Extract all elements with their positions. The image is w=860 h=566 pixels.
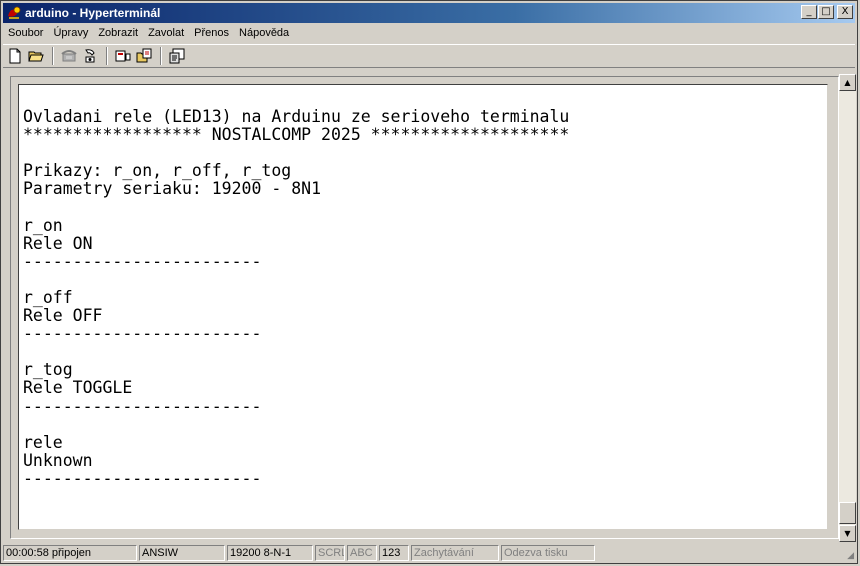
scroll-thumb[interactable] [839, 502, 856, 524]
terminal-line: Rele TOGGLE [23, 378, 133, 398]
new-connection-button[interactable] [5, 46, 25, 66]
terminal-line: r_tog [23, 360, 73, 380]
terminal-line: ------------------------ [23, 396, 262, 416]
terminal-line: ------------------------ [23, 324, 262, 344]
status-print-echo: Odezva tisku [501, 545, 595, 561]
menu-zobrazit[interactable]: Zobrazit [93, 27, 143, 39]
hyperterminal-app-icon[interactable] [6, 5, 22, 21]
terminal-line: rele [23, 432, 63, 452]
menu-prenos[interactable]: Přenos [189, 27, 234, 39]
disconnect-button[interactable] [80, 46, 100, 66]
terminal-output: Ovladani rele (LED13) na Arduinu ze seri… [23, 107, 570, 488]
terminal-line: r_off [23, 287, 73, 307]
terminal-line: r_on [23, 215, 63, 235]
close-button[interactable]: X [837, 5, 853, 19]
status-connected-time: 00:00:58 připojen [3, 545, 137, 561]
terminal-line: Rele OFF [23, 306, 103, 326]
status-emulation: ANSIW [139, 545, 225, 561]
terminal-line: Unknown [23, 450, 93, 470]
open-folder-icon [28, 51, 44, 62]
status-scroll-lock: SCRL [315, 545, 345, 561]
properties-icon [169, 48, 185, 64]
properties-button[interactable] [167, 46, 187, 66]
toolbar-separator [106, 47, 108, 65]
send-file-button[interactable] [113, 46, 133, 66]
terminal-line: ****************** NOSTALCOMP 2025 *****… [23, 125, 570, 145]
phone-call-icon [61, 50, 77, 62]
terminal-line: Rele ON [23, 233, 93, 253]
terminal-line: Prikazy: r_on, r_off, r_tog [23, 161, 292, 181]
call-button[interactable] [59, 46, 79, 66]
receive-file-icon [136, 48, 152, 63]
disconnect-icon [85, 49, 95, 63]
open-button[interactable] [26, 46, 46, 66]
terminal-line: ------------------------ [23, 468, 262, 488]
status-port-settings: 19200 8-N-1 [227, 545, 313, 561]
new-connection-icon [9, 48, 21, 64]
scroll-down-button[interactable]: ▼ [839, 525, 856, 542]
minimize-button[interactable]: _ [801, 5, 817, 19]
window-title: arduino - Hyperterminál [25, 6, 161, 20]
status-num-lock: 123 [379, 545, 409, 561]
menu-upravy[interactable]: Úpravy [48, 27, 93, 39]
terminal-line: Ovladani rele (LED13) na Arduinu ze seri… [23, 107, 570, 126]
menu-napoveda[interactable]: Nápověda [234, 27, 294, 39]
send-file-icon [115, 50, 131, 62]
status-caps-lock: ABC [347, 545, 377, 561]
status-capture: Zachytávání [411, 545, 499, 561]
menu-zavolat[interactable]: Zavolat [143, 27, 189, 39]
terminal-screen[interactable]: Ovladani rele (LED13) na Arduinu ze seri… [18, 84, 828, 530]
terminal-line: ------------------------ [23, 251, 262, 271]
toolbar-separator [52, 47, 54, 65]
title-bar[interactable]: arduino - Hyperterminál _ □ X [3, 3, 855, 23]
menu-soubor[interactable]: Soubor [3, 27, 48, 39]
vertical-scrollbar[interactable]: ▲ ▼ [839, 74, 856, 542]
resize-grip-icon[interactable]: ◢ [842, 549, 854, 561]
toolbar [3, 44, 855, 68]
receive-file-button[interactable] [134, 46, 154, 66]
scroll-up-button[interactable]: ▲ [839, 74, 856, 91]
maximize-button[interactable]: □ [818, 5, 834, 19]
menu-bar: Soubor Úpravy Zobrazit Zavolat Přenos Ná… [3, 24, 294, 42]
status-bar: 00:00:58 připojen ANSIW 19200 8-N-1 SCRL… [3, 544, 855, 562]
toolbar-separator [160, 47, 162, 65]
terminal-line: Parametry seriaku: 19200 - 8N1 [23, 179, 322, 199]
hyperterminal-window: arduino - Hyperterminál _ □ X Soubor Úpr… [0, 0, 858, 564]
